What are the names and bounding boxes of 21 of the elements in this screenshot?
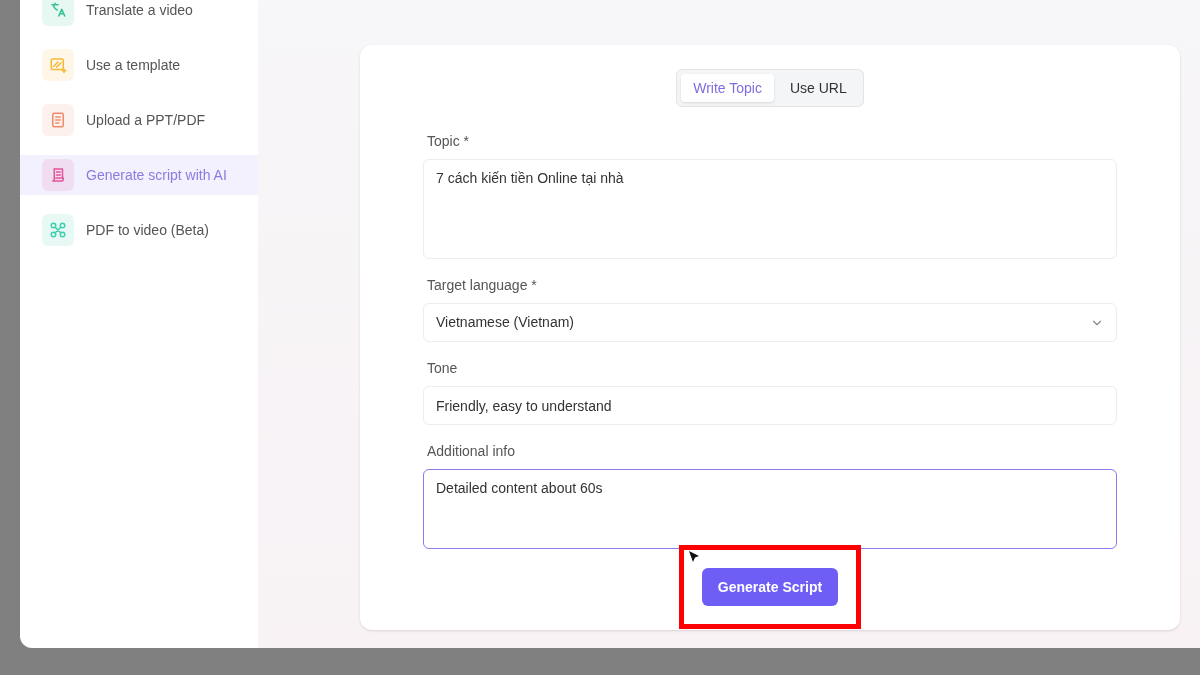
- document-icon: [42, 104, 74, 136]
- template-icon: [42, 49, 74, 81]
- field-label: Topic *: [426, 132, 471, 151]
- translate-icon: [42, 0, 74, 26]
- field-label: Additional info: [426, 442, 516, 461]
- generate-script-button[interactable]: Generate Script: [701, 568, 839, 606]
- field-label: Tone: [426, 359, 459, 378]
- sidebar-item[interactable]: Use a template: [20, 45, 258, 85]
- sidebar-item[interactable]: PDF to video (Beta): [20, 210, 258, 250]
- text-area[interactable]: Detailed content about 60s: [423, 469, 1117, 549]
- language-select[interactable]: Vietnamese (Vietnam): [423, 303, 1117, 342]
- text-area[interactable]: 7 cách kiến tiền Online tại nhà: [423, 159, 1117, 259]
- script-icon: [42, 159, 74, 191]
- cursor-icon: [687, 550, 700, 564]
- field-label: Target language *: [426, 276, 538, 295]
- sidebar-item[interactable]: Upload a PPT/PDF: [20, 100, 258, 140]
- sidebar-item[interactable]: Translate a video: [20, 0, 258, 30]
- tab[interactable]: Write Topic: [681, 74, 774, 102]
- input-field[interactable]: Friendly, easy to understand: [423, 386, 1117, 425]
- nodes-icon: [42, 214, 74, 246]
- tab[interactable]: Use URL: [777, 74, 859, 102]
